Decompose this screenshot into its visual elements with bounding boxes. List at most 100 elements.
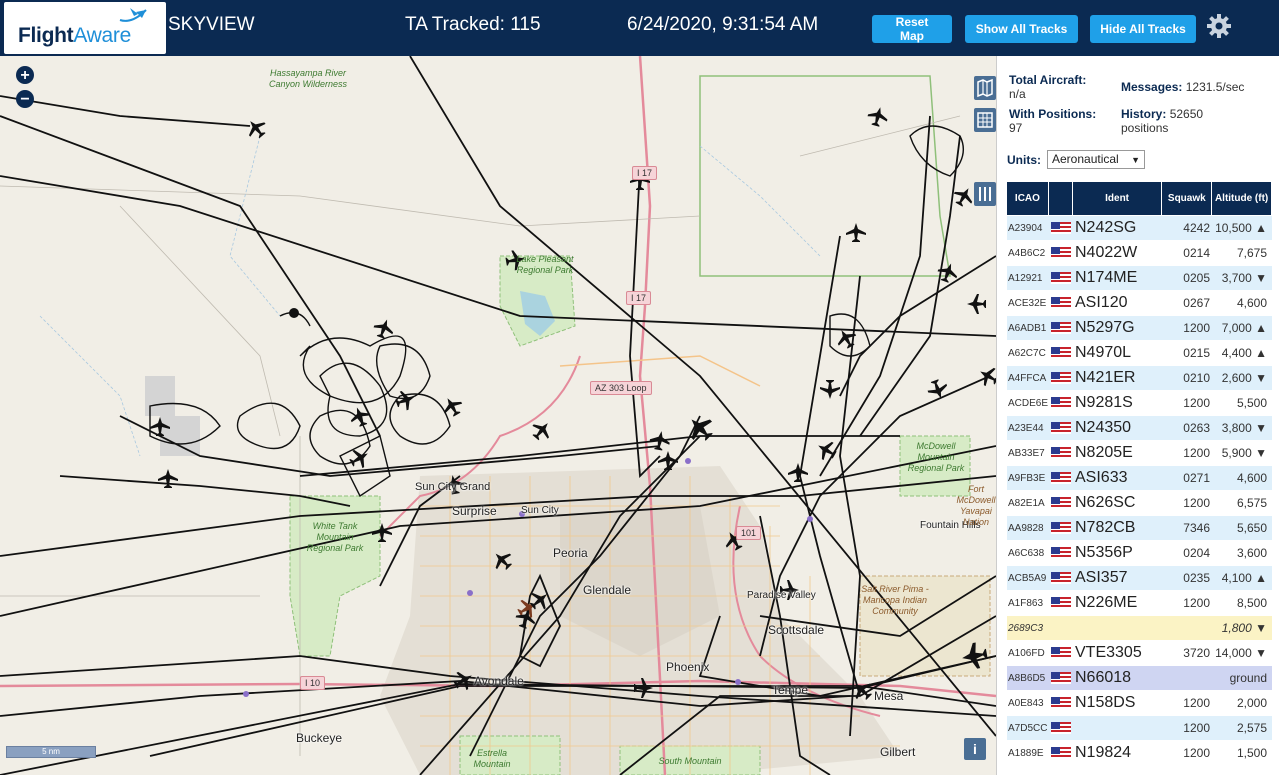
squawk-cell: 0235 — [1183, 571, 1210, 585]
flag-cell — [1049, 591, 1073, 615]
squawk-cell: 1200 — [1183, 321, 1210, 335]
map-view[interactable]: Hassayampa River Canyon Wilderness Lake … — [0, 56, 996, 775]
zoom-in-button[interactable]: + — [16, 66, 34, 84]
table-row[interactable]: A23E44 N24350 0263 3,800 ▼ — [1007, 416, 1272, 441]
flag-cell — [1049, 641, 1073, 665]
table-row[interactable]: A106FD VTE3305 3720 14,000 ▼ — [1007, 641, 1272, 666]
scale-bar: 5 nm — [6, 746, 96, 758]
table-row[interactable]: A6ADB1 N5297G 1200 7,000 ▲ — [1007, 316, 1272, 341]
info-button[interactable]: i — [964, 738, 986, 760]
table-row[interactable]: A6C638 N5356P 0204 3,600 — [1007, 541, 1272, 566]
altitude-cell: 10,500 ▲ — [1215, 221, 1267, 235]
reset-map-button[interactable]: Reset Map — [872, 15, 952, 43]
gear-icon[interactable] — [1206, 13, 1232, 39]
columns-icon[interactable] — [974, 182, 996, 206]
top-bar: FlightAware SKYVIEW TA Tracked: 115 6/24… — [0, 0, 1279, 56]
road-shield: I 17 — [632, 166, 658, 180]
flightaware-logo[interactable]: FlightAware — [4, 2, 166, 54]
park-label-lake-pleasant: Lake Pleasant Regional Park — [516, 254, 574, 275]
city-label: Phoenix — [666, 660, 710, 674]
road-shield: 101 — [736, 526, 762, 540]
altitude-cell: 2,575 — [1236, 721, 1267, 735]
icao-cell: A82E1A — [1008, 497, 1045, 509]
squawk-cell — [1163, 666, 1213, 690]
map-layers-icon[interactable] — [974, 76, 996, 100]
table-row[interactable]: A4FFCA N421ER 0210 2,600 ▼ — [1007, 366, 1272, 391]
hide-all-tracks-button[interactable]: Hide All Tracks — [1090, 15, 1196, 43]
icao-cell: A12921 — [1008, 272, 1043, 284]
ident-cell: N782CB — [1075, 519, 1136, 536]
table-row[interactable]: A0E843 N158DS 1200 2,000 — [1007, 691, 1272, 716]
flag-cell — [1049, 466, 1073, 490]
table-row[interactable]: A12921 N174ME 0205 3,700 ▼ — [1007, 266, 1272, 291]
table-row[interactable]: AA9828 N782CB 7346 5,650 — [1007, 516, 1272, 541]
altitude-cell: 8,500 — [1236, 596, 1267, 610]
column-header-icao[interactable]: ICAO — [1007, 182, 1048, 215]
table-row[interactable]: ACB5A9 ASI357 0235 4,100 ▲ — [1007, 566, 1272, 591]
table-header: ICAO Ident Squawk Altitude (ft) — [1007, 182, 1272, 215]
icao-cell: A23904 — [1008, 222, 1043, 234]
units-select[interactable]: Aeronautical — [1047, 150, 1145, 169]
column-header-squawk[interactable]: Squawk — [1162, 182, 1212, 215]
squawk-cell: 1200 — [1183, 596, 1210, 610]
column-header-altitude[interactable]: Altitude (ft) — [1212, 182, 1271, 215]
altitude-cell: 3,600 — [1236, 546, 1267, 560]
altitude-cell: 5,900 ▼ — [1221, 446, 1267, 460]
table-row[interactable]: A1F863 N226ME 1200 8,500 — [1007, 591, 1272, 616]
us-flag-icon — [1051, 422, 1071, 434]
icao-cell: A4FFCA — [1008, 372, 1047, 384]
ident-cell: N226ME — [1075, 594, 1138, 611]
ident-cell: N19824 — [1075, 744, 1132, 761]
table-row[interactable]: A1889E N19824 1200 1,500 — [1007, 741, 1272, 766]
table-row[interactable]: A9FB3E ASI633 0271 4,600 — [1007, 466, 1272, 491]
icao-cell: ACE32E — [1008, 297, 1047, 309]
table-row[interactable]: A4B6C2 N4022W 0214 7,675 — [1007, 241, 1272, 266]
show-all-tracks-button[interactable]: Show All Tracks — [965, 15, 1078, 43]
icao-cell: A62C7C — [1008, 347, 1046, 359]
table-row[interactable]: AB33E7 N8205E 1200 5,900 ▼ — [1007, 441, 1272, 466]
table-row[interactable]: 2689C3 1,800 ▼ — [1007, 616, 1272, 641]
squawk-cell: 3720 — [1183, 646, 1210, 660]
grid-icon[interactable] — [974, 108, 996, 132]
park-label-estrella: Estrella Mountain — [473, 748, 511, 769]
road-shield: AZ 303 Loop — [590, 381, 652, 395]
table-row[interactable]: A7D5CC 1200 2,575 — [1007, 716, 1272, 741]
squawk-cell: 1200 — [1183, 721, 1210, 735]
flag-cell — [1049, 291, 1073, 315]
ident-cell — [1073, 716, 1163, 740]
us-flag-icon — [1051, 272, 1071, 284]
table-row[interactable]: ACE32E ASI120 0267 4,600 — [1007, 291, 1272, 316]
squawk-cell: 1200 — [1183, 696, 1210, 710]
us-flag-icon — [1051, 347, 1071, 359]
squawk-cell: 1200 — [1183, 746, 1210, 760]
us-flag-icon — [1051, 222, 1071, 234]
ident-cell: N9281S — [1075, 394, 1133, 411]
table-row[interactable]: A23904 N242SG 4242 10,500 ▲ — [1007, 216, 1272, 241]
table-row[interactable]: A82E1A N626SC 1200 6,575 — [1007, 491, 1272, 516]
ident-cell: N4970L — [1075, 344, 1132, 361]
altitude-cell: 3,800 ▼ — [1221, 421, 1267, 435]
altitude-cell: 1,500 — [1236, 746, 1267, 760]
ident-cell: N5356P — [1075, 544, 1133, 561]
table-row[interactable]: A8B6D5 N66018 ground — [1007, 666, 1272, 691]
altitude-cell: 5,500 — [1236, 396, 1267, 410]
city-label: Sun City — [521, 505, 559, 516]
city-label: Avondale — [474, 674, 524, 688]
table-row[interactable]: ACDE6E N9281S 1200 5,500 — [1007, 391, 1272, 416]
column-header-ident[interactable]: Ident — [1072, 182, 1162, 215]
column-header-flag[interactable] — [1048, 182, 1072, 215]
ident-cell: N8205E — [1075, 444, 1133, 461]
table-row[interactable]: A62C7C N4970L 0215 4,400 ▲ — [1007, 341, 1272, 366]
altitude-cell: 7,000 ▲ — [1221, 321, 1267, 335]
city-label: Mesa — [874, 689, 904, 703]
us-flag-icon — [1051, 447, 1071, 459]
units-label: Units: — [1007, 153, 1041, 167]
ident-cell: N5297G — [1075, 319, 1135, 336]
altitude-cell: 6,575 — [1236, 496, 1267, 510]
squawk-cell: 0204 — [1183, 546, 1210, 560]
altitude-cell: 2,600 ▼ — [1221, 371, 1267, 385]
flag-cell — [1049, 391, 1073, 415]
logo-wordmark: FlightAware — [18, 24, 132, 47]
zoom-out-button[interactable]: − — [16, 90, 34, 108]
icao-cell: A106FD — [1008, 647, 1045, 659]
